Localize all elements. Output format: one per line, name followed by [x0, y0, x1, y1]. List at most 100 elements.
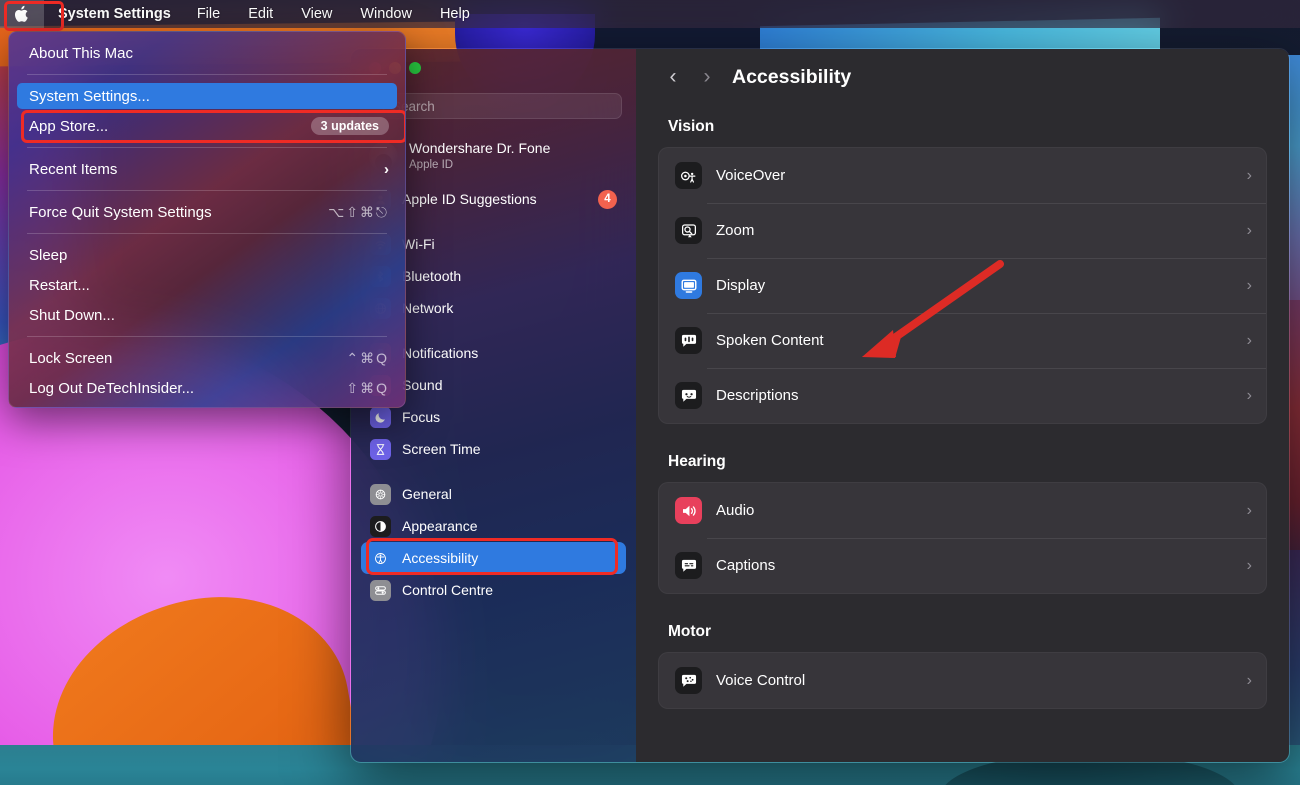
chevron-right-icon: ›	[1246, 556, 1252, 574]
display-monitor-icon	[675, 272, 702, 299]
sidebar-badge: 4	[598, 189, 617, 209]
accessibility-icon	[370, 547, 391, 569]
sidebar-item-label: Appearance	[402, 518, 478, 535]
apple-menu-item-about-this-mac[interactable]: About This Mac	[9, 38, 405, 68]
apple-menu-item-system-settings[interactable]: System Settings...	[9, 81, 405, 111]
sidebar-item-label: Control Centre	[402, 582, 494, 599]
menu-item-label: System Settings...	[29, 87, 150, 105]
voiceover-icon	[675, 162, 702, 189]
apple-menu-item-recent-items[interactable]: Recent Items ›	[9, 154, 405, 184]
settings-row-descriptions[interactable]: Descriptions ›	[659, 368, 1266, 423]
chevron-right-icon: ›	[1246, 276, 1252, 294]
page-title: Accessibility	[732, 65, 852, 88]
moon-icon	[370, 406, 391, 428]
menu-bar-item-window[interactable]: Window	[346, 0, 426, 28]
sidebar-item-label: Screen Time	[402, 441, 481, 458]
descriptions-icon	[675, 382, 702, 409]
settings-row-label: VoiceOver	[716, 167, 786, 184]
menu-separator	[27, 147, 387, 148]
sidebar-item-screen-time[interactable]: Screen Time	[361, 433, 626, 465]
apple-menu-item-log-out-detechinsider[interactable]: Log Out DeTechInsider... ⇧⌘Q	[9, 373, 405, 403]
sidebar-item-accessibility[interactable]: Accessibility	[361, 538, 626, 576]
menu-item-shortcut: ⌥⇧⌘⎋	[328, 203, 389, 220]
chevron-right-icon: ›	[1246, 501, 1252, 519]
settings-row-captions[interactable]: Captions ›	[659, 538, 1266, 593]
account-name: Wondershare Dr. Fone	[409, 140, 551, 156]
forward-button[interactable]: ›	[692, 62, 722, 92]
apple-menu-item-restart[interactable]: Restart...	[9, 270, 405, 300]
apple-menu-item-sleep[interactable]: Sleep	[9, 240, 405, 270]
settings-card-motor: Voice Control ›	[658, 652, 1267, 709]
contrast-icon	[370, 515, 391, 537]
zoom-magnifier-icon	[675, 217, 702, 244]
account-subtitle: Apple ID	[409, 158, 454, 171]
system-settings-window: Search Wondershare Dr. Fone Apple ID App…	[350, 48, 1290, 763]
menu-separator	[27, 336, 387, 337]
gear-icon	[370, 483, 391, 505]
settings-row-display[interactable]: Display ›	[659, 258, 1266, 313]
apple-menu-item-lock-screen[interactable]: Lock Screen ⌃⌘Q	[9, 343, 405, 373]
settings-row-zoom[interactable]: Zoom ›	[659, 203, 1266, 258]
sidebar-item-label: Focus	[402, 409, 441, 426]
menu-separator	[27, 190, 387, 191]
menu-separator	[27, 74, 387, 75]
sidebar-item-general[interactable]: General	[361, 478, 626, 510]
menu-bar: System Settings File Edit View Window Help	[0, 0, 1300, 31]
sidebar-item-control-centre[interactable]: Control Centre	[361, 574, 626, 606]
section-title-vision: Vision	[668, 118, 715, 135]
control-centre-icon	[370, 579, 391, 601]
apple-menu-button[interactable]	[0, 0, 44, 28]
chevron-right-icon: ›	[1246, 386, 1252, 404]
apple-menu-item-force-quit-system-settings[interactable]: Force Quit System Settings ⌥⇧⌘⎋	[9, 197, 405, 227]
menu-bar-item-edit[interactable]: Edit	[234, 0, 287, 28]
sidebar-item-appearance[interactable]: Appearance	[361, 510, 626, 542]
sidebar-item-label: Notifications	[402, 345, 479, 362]
menu-bar-item-system-settings[interactable]: System Settings	[44, 0, 183, 28]
settings-row-label: Zoom	[716, 222, 755, 239]
settings-row-label: Captions	[716, 557, 776, 574]
settings-row-voice-control[interactable]: Voice Control ›	[659, 653, 1266, 708]
menu-item-shortcut: ⇧⌘Q	[346, 379, 389, 396]
menu-item-label: Shut Down...	[29, 306, 115, 324]
settings-row-audio[interactable]: Audio ›	[659, 483, 1266, 538]
menu-item-label: About This Mac	[29, 44, 133, 62]
updates-badge: 3 updates	[310, 117, 389, 135]
section-title-motor: Motor	[668, 623, 712, 640]
settings-row-label: Descriptions	[716, 387, 799, 404]
sidebar-item-label: General	[402, 486, 452, 503]
spoken-content-icon	[675, 327, 702, 354]
menu-item-label: Lock Screen	[29, 349, 113, 367]
chevron-right-icon: ›	[1246, 166, 1252, 184]
menu-item-shortcut: ⌃⌘Q	[346, 349, 389, 366]
menu-separator	[27, 233, 387, 234]
chevron-right-icon: ›	[1246, 331, 1252, 349]
zoom-button[interactable]	[409, 62, 421, 74]
apple-menu-item-shut-down[interactable]: Shut Down...	[9, 300, 405, 330]
sidebar-item-label: Wi-Fi	[402, 236, 435, 253]
settings-row-label: Spoken Content	[716, 332, 824, 349]
apple-menu-body: About This Mac System Settings... App Stor…	[9, 38, 405, 403]
section-title-hearing: Hearing	[668, 453, 726, 470]
captions-icon	[675, 552, 702, 579]
menu-bar-item-view[interactable]: View	[287, 0, 346, 28]
sidebar-item-label: Apple ID Suggestions	[402, 191, 537, 208]
settings-row-voiceover[interactable]: VoiceOver ›	[659, 148, 1266, 203]
menu-bar-item-help[interactable]: Help	[426, 0, 484, 28]
menu-bar-item-file[interactable]: File	[183, 0, 234, 28]
hourglass-icon	[370, 438, 391, 460]
apple-menu-item-app-store[interactable]: App Store... 3 updates	[9, 111, 405, 141]
settings-card-hearing: Audio › Captions ›	[658, 482, 1267, 594]
apple-logo-icon	[14, 5, 28, 22]
settings-row-label: Audio	[716, 502, 755, 519]
settings-row-spoken-content[interactable]: Spoken Content ›	[659, 313, 1266, 368]
sidebar-item-label: Accessibility	[402, 550, 479, 567]
voice-control-icon	[675, 667, 702, 694]
menu-item-label: Force Quit System Settings	[29, 203, 212, 221]
menu-item-label: Recent Items	[29, 160, 118, 178]
main-header: ‹ › Accessibility	[636, 49, 1289, 105]
menu-item-label: Log Out DeTechInsider...	[29, 379, 195, 397]
back-button[interactable]: ‹	[658, 62, 688, 92]
